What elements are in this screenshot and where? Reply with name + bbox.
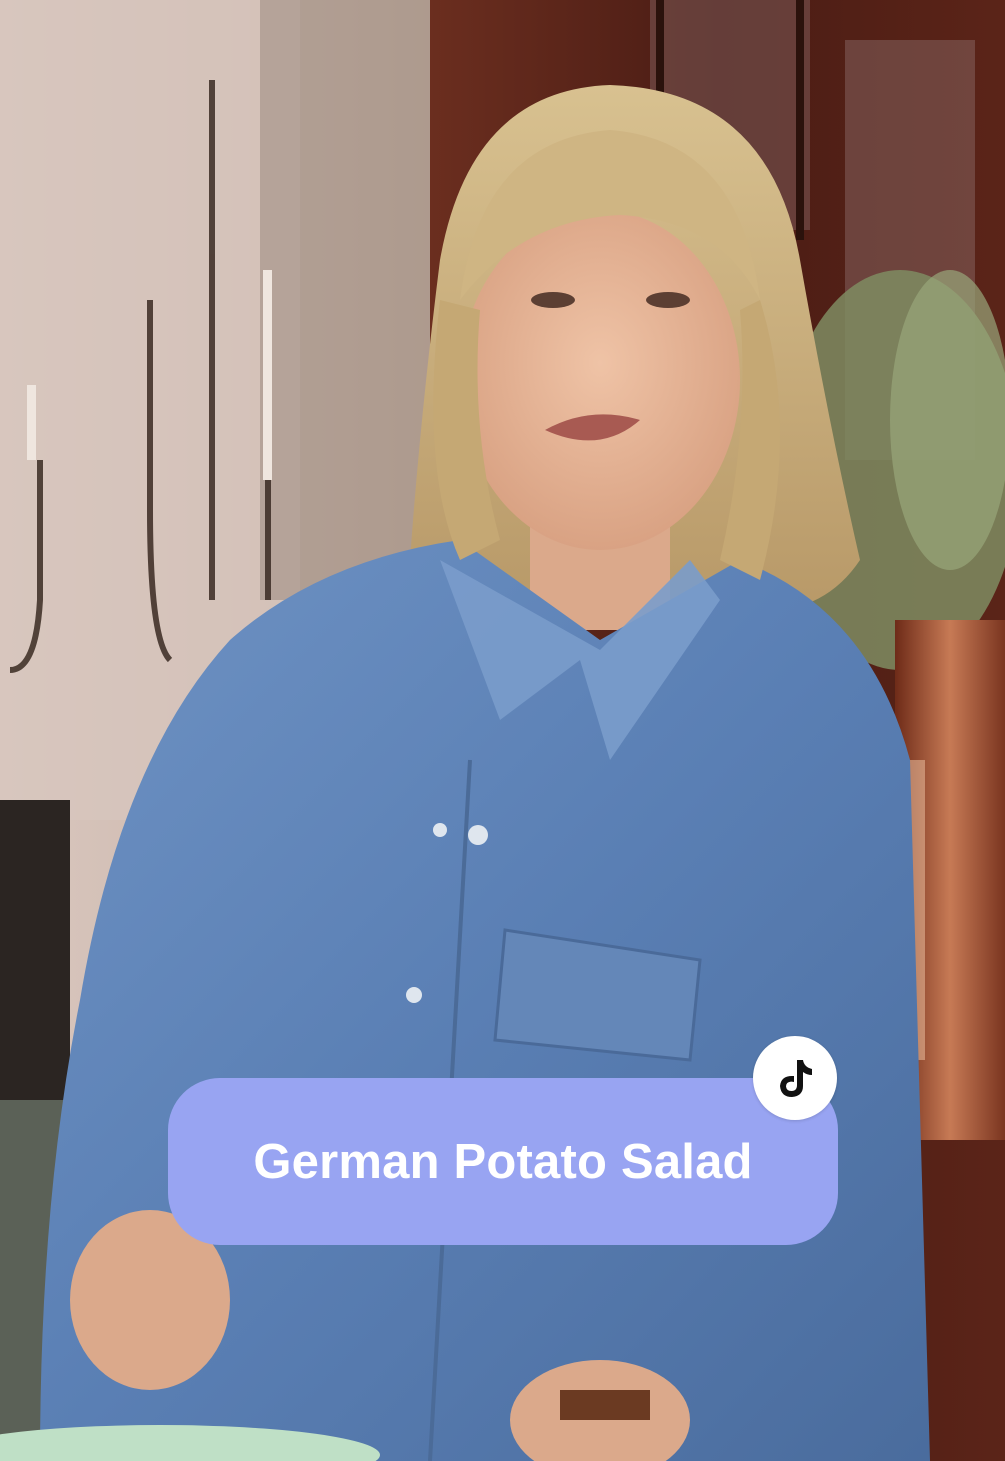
video-frame: German Potato Salad xyxy=(0,0,1005,1461)
tiktok-logo-icon xyxy=(753,1036,837,1120)
caption-bubble: German Potato Salad xyxy=(168,1078,838,1245)
video-title: German Potato Salad xyxy=(253,1134,753,1189)
